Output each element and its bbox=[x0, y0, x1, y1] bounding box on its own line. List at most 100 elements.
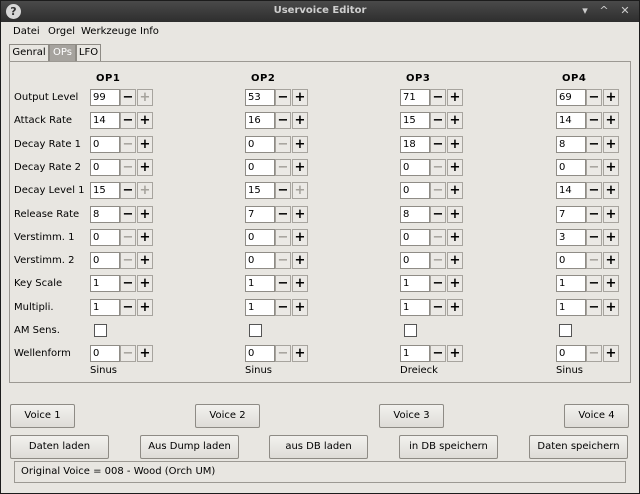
op4-param-9-value[interactable]: 1 bbox=[556, 298, 586, 316]
op3-param-6-increment-button[interactable]: + bbox=[447, 228, 463, 246]
menu-werkzeuge[interactable]: Werkzeuge bbox=[81, 26, 137, 37]
op2-wellenform-decrement-button[interactable]: − bbox=[275, 345, 291, 363]
op1-param-9-decrement-button[interactable]: − bbox=[120, 298, 136, 316]
shade-icon[interactable]: ▾ bbox=[577, 3, 593, 19]
op3-param-0-increment-button[interactable]: + bbox=[447, 89, 463, 106]
op4-param-5-value[interactable]: 7 bbox=[556, 205, 586, 223]
op4-param-6-increment-button[interactable]: + bbox=[603, 228, 619, 246]
op3-param-2-decrement-button[interactable]: − bbox=[430, 135, 446, 153]
op2-param-1-increment-button[interactable]: + bbox=[292, 112, 308, 130]
op1-param-0-value[interactable]: 99 bbox=[90, 89, 120, 106]
op2-param-0-decrement-button[interactable]: − bbox=[275, 89, 291, 106]
op3-wellenform-decrement-button[interactable]: − bbox=[430, 345, 446, 363]
op1-wellenform-decrement-button[interactable]: − bbox=[120, 345, 136, 363]
menu-datei[interactable]: Datei bbox=[13, 26, 40, 37]
op4-param-2-value[interactable]: 8 bbox=[556, 135, 586, 153]
op1-param-4-increment-button[interactable]: + bbox=[137, 182, 153, 200]
op1-param-4-value[interactable]: 15 bbox=[90, 182, 120, 200]
op3-param-7-decrement-button[interactable]: − bbox=[430, 252, 446, 270]
op3-param-5-increment-button[interactable]: + bbox=[447, 205, 463, 223]
op3-param-3-decrement-button[interactable]: − bbox=[430, 158, 446, 176]
op4-param-4-value[interactable]: 14 bbox=[556, 182, 586, 200]
op3-param-7-value[interactable]: 0 bbox=[400, 252, 430, 270]
op2-param-7-increment-button[interactable]: + bbox=[292, 252, 308, 270]
op2-param-6-increment-button[interactable]: + bbox=[292, 228, 308, 246]
menu-orgel[interactable]: Orgel bbox=[48, 26, 75, 37]
op1-wellenform-value[interactable]: 0 bbox=[90, 345, 120, 363]
op1-param-7-increment-button[interactable]: + bbox=[137, 252, 153, 270]
op3-param-1-value[interactable]: 15 bbox=[400, 112, 430, 130]
op2-param-8-decrement-button[interactable]: − bbox=[275, 275, 291, 293]
op1-param-0-increment-button[interactable]: + bbox=[137, 89, 153, 106]
op4-wellenform-value[interactable]: 0 bbox=[556, 345, 586, 363]
op1-param-7-decrement-button[interactable]: − bbox=[120, 252, 136, 270]
op1-param-2-value[interactable]: 0 bbox=[90, 135, 120, 153]
op2-param-5-value[interactable]: 7 bbox=[245, 205, 275, 223]
op4-param-5-increment-button[interactable]: + bbox=[603, 205, 619, 223]
op3-param-8-increment-button[interactable]: + bbox=[447, 275, 463, 293]
op4-param-8-decrement-button[interactable]: − bbox=[586, 275, 602, 293]
op4-param-3-value[interactable]: 0 bbox=[556, 158, 586, 176]
load-data-button[interactable]: Daten laden bbox=[10, 435, 109, 459]
tab-lfo[interactable]: LFO bbox=[76, 44, 101, 61]
op2-param-2-value[interactable]: 0 bbox=[245, 135, 275, 153]
op2-param-4-decrement-button[interactable]: − bbox=[275, 182, 291, 200]
op1-param-8-value[interactable]: 1 bbox=[90, 275, 120, 293]
op1-param-1-decrement-button[interactable]: − bbox=[120, 112, 136, 130]
op4-param-0-decrement-button[interactable]: − bbox=[586, 89, 602, 106]
op4-param-4-decrement-button[interactable]: − bbox=[586, 182, 602, 200]
title-bar[interactable]: ? Uservoice Editor ▾ ^ ✕ bbox=[1, 1, 639, 22]
op1-param-6-value[interactable]: 0 bbox=[90, 228, 120, 246]
op4-param-0-increment-button[interactable]: + bbox=[603, 89, 619, 106]
op1-param-9-value[interactable]: 1 bbox=[90, 298, 120, 316]
load-dump-button[interactable]: Aus Dump laden bbox=[140, 435, 239, 459]
op2-wellenform-value[interactable]: 0 bbox=[245, 345, 275, 363]
op4-param-2-increment-button[interactable]: + bbox=[603, 135, 619, 153]
op2-param-5-increment-button[interactable]: + bbox=[292, 205, 308, 223]
op3-param-2-value[interactable]: 18 bbox=[400, 135, 430, 153]
op3-param-6-value[interactable]: 0 bbox=[400, 228, 430, 246]
op4-wellenform-decrement-button[interactable]: − bbox=[586, 345, 602, 363]
op2-param-9-decrement-button[interactable]: − bbox=[275, 298, 291, 316]
op1-param-1-value[interactable]: 14 bbox=[90, 112, 120, 130]
op4-param-6-decrement-button[interactable]: − bbox=[586, 228, 602, 246]
op2-param-0-value[interactable]: 53 bbox=[245, 89, 275, 106]
op1-param-3-decrement-button[interactable]: − bbox=[120, 158, 136, 176]
op2-param-4-increment-button[interactable]: + bbox=[292, 182, 308, 200]
op2-param-8-increment-button[interactable]: + bbox=[292, 275, 308, 293]
op1-param-8-increment-button[interactable]: + bbox=[137, 275, 153, 293]
op2-wellenform-increment-button[interactable]: + bbox=[292, 345, 308, 363]
op3-wellenform-increment-button[interactable]: + bbox=[447, 345, 463, 363]
op1-param-7-value[interactable]: 0 bbox=[90, 252, 120, 270]
op4-param-5-decrement-button[interactable]: − bbox=[586, 205, 602, 223]
op4-param-2-decrement-button[interactable]: − bbox=[586, 135, 602, 153]
op4-param-6-value[interactable]: 3 bbox=[556, 228, 586, 246]
op4-param-7-increment-button[interactable]: + bbox=[603, 252, 619, 270]
op4-param-7-value[interactable]: 0 bbox=[556, 252, 586, 270]
op1-wellenform-increment-button[interactable]: + bbox=[137, 345, 153, 363]
op3-param-0-decrement-button[interactable]: − bbox=[430, 89, 446, 106]
save-data-button[interactable]: Daten speichern bbox=[529, 435, 628, 459]
op4-param-0-value[interactable]: 69 bbox=[556, 89, 586, 106]
op1-param-6-increment-button[interactable]: + bbox=[137, 228, 153, 246]
op4-param-3-decrement-button[interactable]: − bbox=[586, 158, 602, 176]
op4-param-1-decrement-button[interactable]: − bbox=[586, 112, 602, 130]
op3-param-4-value[interactable]: 0 bbox=[400, 182, 430, 200]
op2-param-1-decrement-button[interactable]: − bbox=[275, 112, 291, 130]
op4-param-4-increment-button[interactable]: + bbox=[603, 182, 619, 200]
op1-param-5-value[interactable]: 8 bbox=[90, 205, 120, 223]
op2-param-7-value[interactable]: 0 bbox=[245, 252, 275, 270]
menu-info[interactable]: Info bbox=[140, 26, 159, 37]
op4-param-8-value[interactable]: 1 bbox=[556, 275, 586, 293]
op3-param-9-decrement-button[interactable]: − bbox=[430, 298, 446, 316]
op1-param-4-decrement-button[interactable]: − bbox=[120, 182, 136, 200]
op3-param-4-increment-button[interactable]: + bbox=[447, 182, 463, 200]
op3-param-1-decrement-button[interactable]: − bbox=[430, 112, 446, 130]
tab-genral[interactable]: Genral bbox=[9, 44, 49, 61]
op1-param-2-increment-button[interactable]: + bbox=[137, 135, 153, 153]
op1-param-5-increment-button[interactable]: + bbox=[137, 205, 153, 223]
op2-param-8-value[interactable]: 1 bbox=[245, 275, 275, 293]
op3-am-sens-checkbox[interactable] bbox=[404, 324, 417, 337]
op3-param-5-decrement-button[interactable]: − bbox=[430, 205, 446, 223]
op3-param-5-value[interactable]: 8 bbox=[400, 205, 430, 223]
